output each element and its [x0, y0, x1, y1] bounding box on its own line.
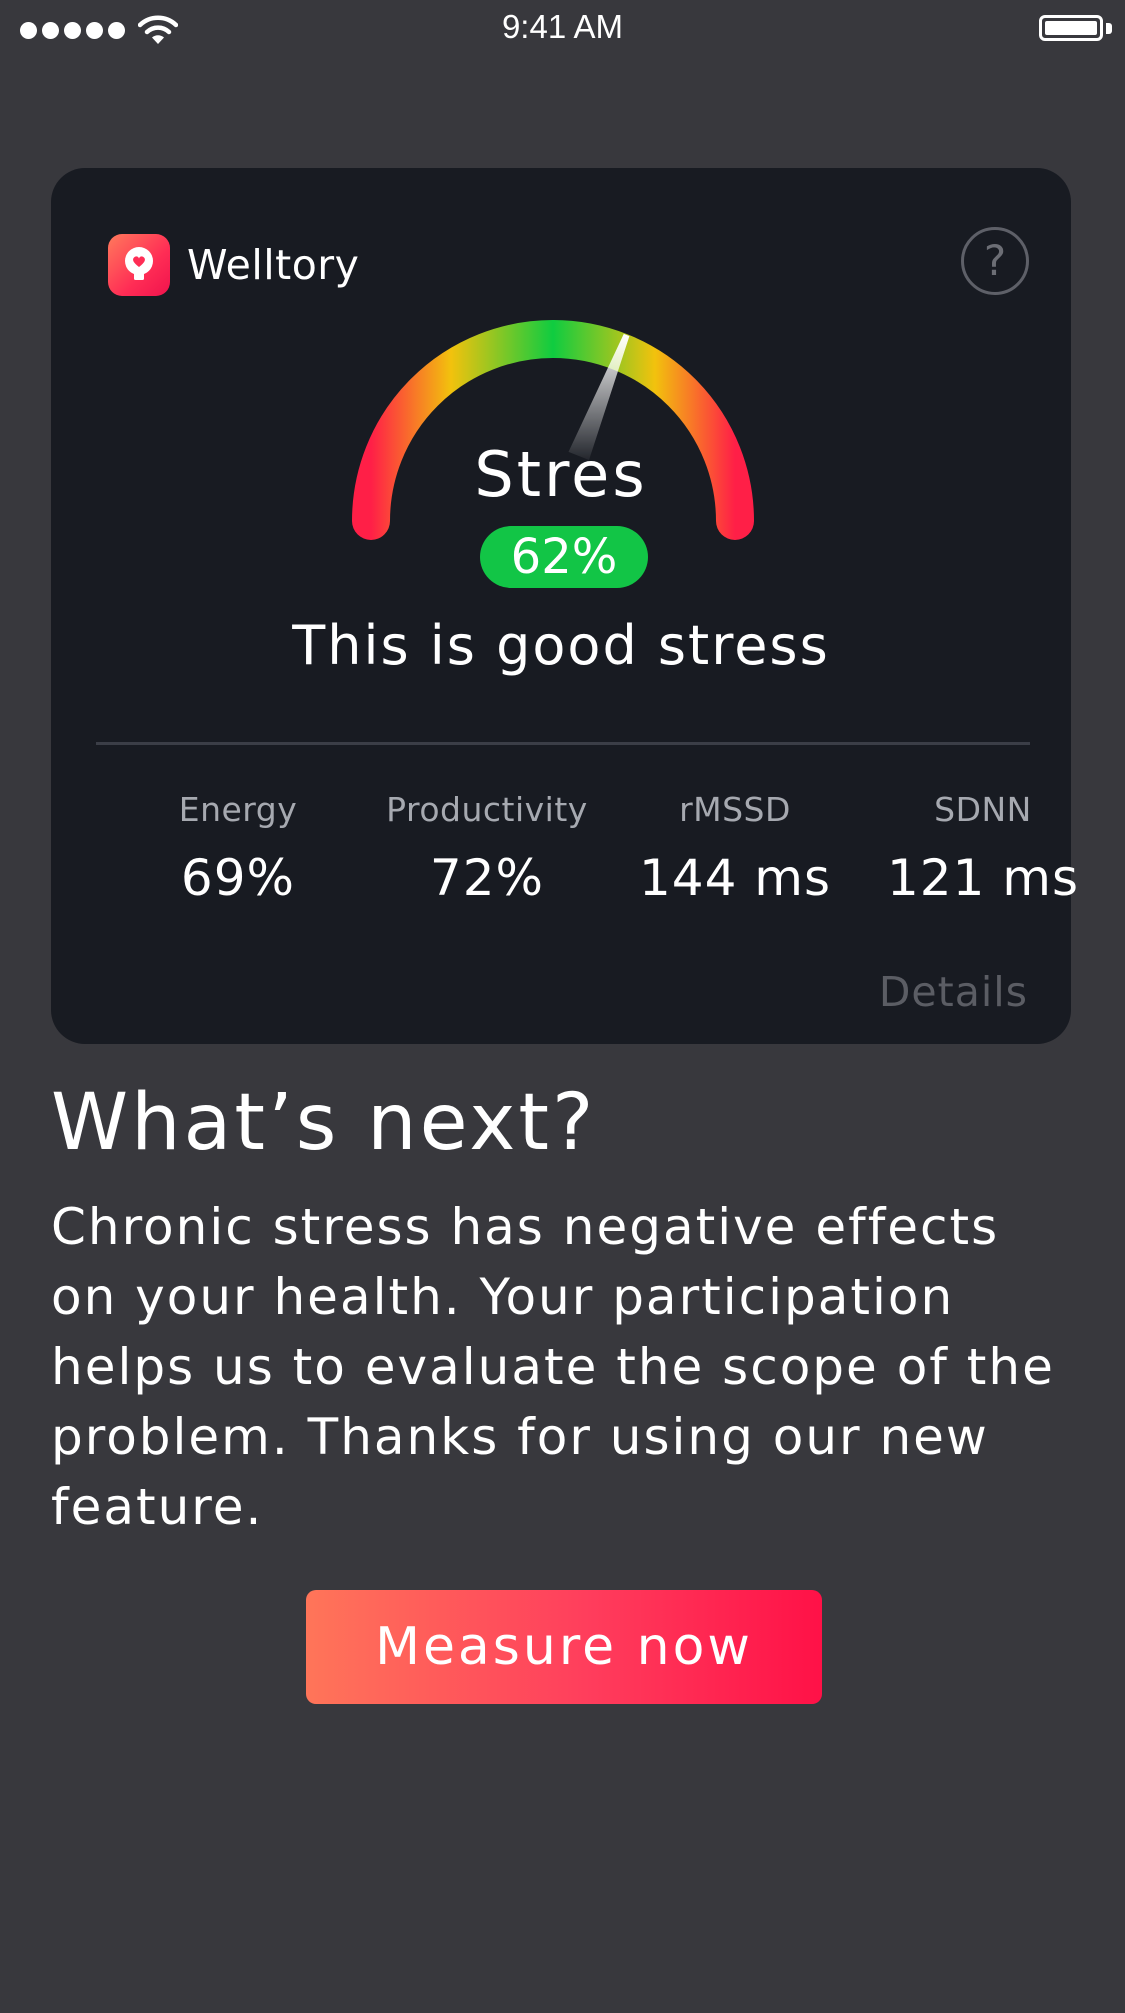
- metric-productivity: Productivity 72%: [362, 790, 612, 907]
- stress-caption: This is good stress: [292, 614, 830, 677]
- status-time: 9:41 AM: [501, 8, 624, 45]
- whats-next-title: What’s next?: [51, 1078, 597, 1168]
- brand: Welltory: [108, 234, 359, 296]
- metric-sdnn: SDNN 121 ms: [858, 790, 1108, 907]
- whats-next-body: Chronic stress has negative effects on y…: [51, 1198, 1055, 1536]
- metric-energy: Energy 69%: [113, 790, 363, 907]
- stress-result-card: Welltory ? Stres 62% This is good stress…: [51, 168, 1078, 1044]
- divider: [96, 742, 1030, 745]
- metric-label: Energy: [178, 790, 298, 829]
- stress-value-badge: 62%: [480, 526, 648, 588]
- battery-level: [1045, 21, 1097, 35]
- metric-value: 72%: [429, 849, 545, 907]
- brand-name: Welltory: [187, 241, 360, 289]
- measure-now-button[interactable]: Measure now: [306, 1590, 822, 1704]
- metrics-row: Energy 69% Productivity 72% rMSSD 144 ms…: [51, 790, 1078, 920]
- metric-value: 69%: [180, 849, 296, 907]
- metric-label: Productivity: [386, 790, 588, 829]
- metric-value: 121 ms: [886, 849, 1080, 907]
- status-bar: 9:41 AM: [0, 0, 1125, 60]
- welltory-heart-bulb-icon: [108, 234, 170, 296]
- metric-rmssd: rMSSD 144 ms: [610, 790, 860, 907]
- metric-label: SDNN: [934, 790, 1032, 829]
- details-link[interactable]: Details: [879, 968, 1028, 1016]
- battery-tip: [1106, 23, 1112, 34]
- battery-icon: [1039, 15, 1103, 41]
- gauge-title: Stres: [474, 438, 648, 511]
- help-question-icon[interactable]: ?: [961, 227, 1029, 295]
- metric-value: 144 ms: [638, 849, 832, 907]
- metric-label: rMSSD: [679, 790, 791, 829]
